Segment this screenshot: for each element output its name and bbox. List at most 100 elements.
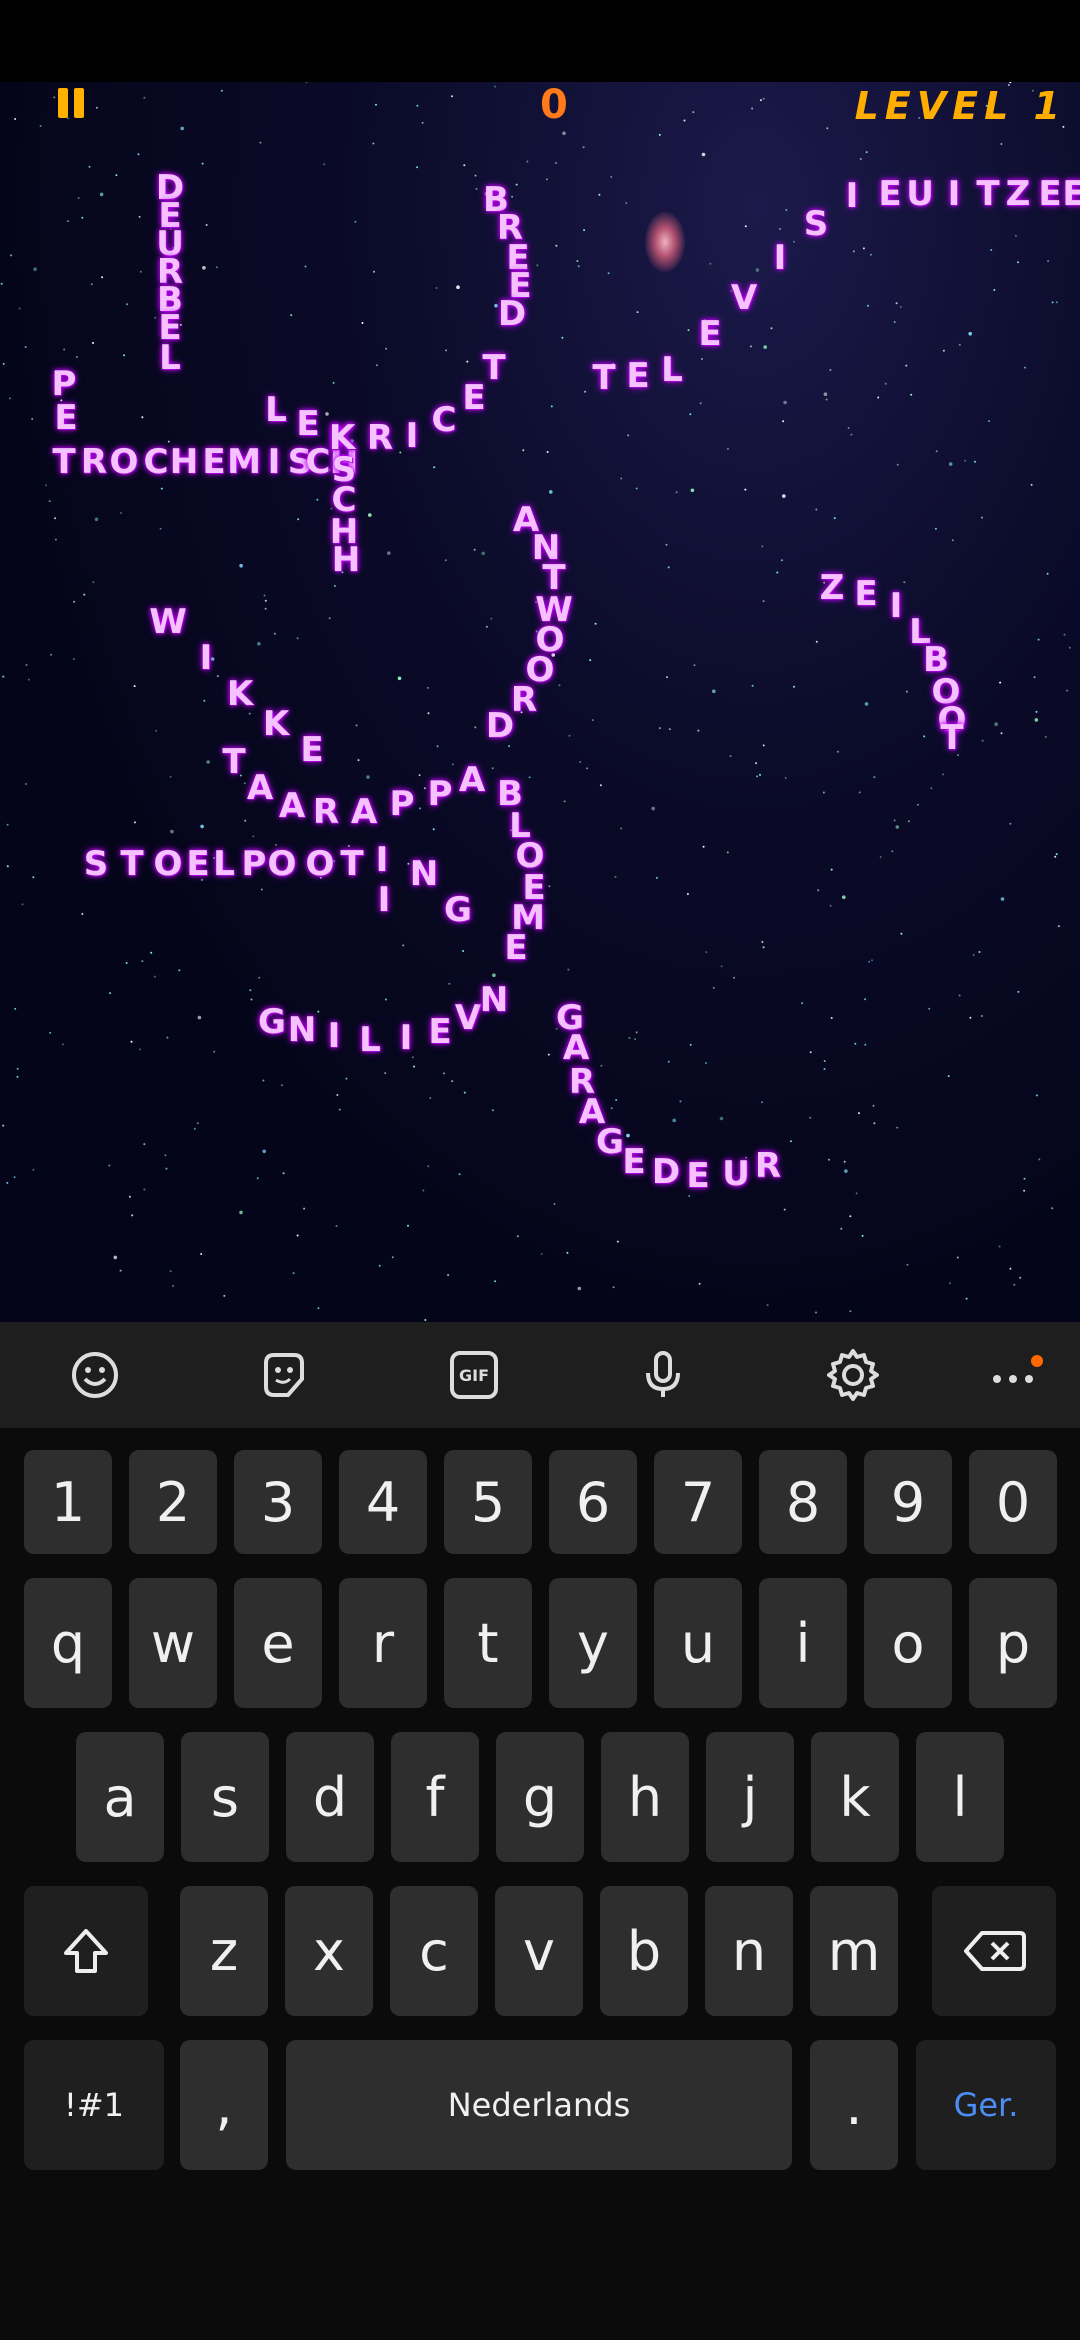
- score-display: 0: [540, 82, 570, 128]
- letter-tile: O: [109, 442, 139, 482]
- letter-tile: N: [479, 980, 509, 1020]
- letter-tile: E: [202, 442, 226, 482]
- key-z[interactable]: z: [180, 1886, 268, 2016]
- letter-tile: D: [485, 706, 515, 746]
- game-area[interactable]: 0 LEVEL 1 DEURBELBREEDTELEVISIEUITZEEPET…: [0, 82, 1080, 1322]
- letter-tile: N: [287, 1010, 317, 1050]
- letter-tile: S: [803, 204, 829, 244]
- letter-tile: G: [444, 890, 472, 930]
- key-c[interactable]: c: [390, 1886, 478, 2016]
- status-bar: [0, 0, 1080, 82]
- key-u[interactable]: u: [654, 1578, 742, 1708]
- letter-tile: W: [149, 602, 187, 642]
- key-3[interactable]: 3: [234, 1450, 322, 1554]
- key-l[interactable]: l: [916, 1732, 1004, 1862]
- letter-tile: E: [296, 404, 320, 444]
- comma-key[interactable]: ,: [180, 2040, 268, 2170]
- letter-tile: T: [340, 844, 364, 884]
- space-key[interactable]: Nederlands: [286, 2040, 792, 2170]
- key-7[interactable]: 7: [654, 1450, 742, 1554]
- symbols-key[interactable]: !#1: [24, 2040, 164, 2170]
- key-4[interactable]: 4: [339, 1450, 427, 1554]
- letter-tile: R: [366, 418, 394, 458]
- letter-tile: I: [773, 238, 787, 278]
- key-n[interactable]: n: [705, 1886, 793, 2016]
- letter-tile: E: [878, 174, 902, 214]
- letter-tile: R: [80, 442, 108, 482]
- key-b[interactable]: b: [600, 1886, 688, 2016]
- key-d[interactable]: d: [286, 1732, 374, 1862]
- letter-tile: G: [596, 1122, 624, 1162]
- key-6[interactable]: 6: [549, 1450, 637, 1554]
- letter-tile: I: [377, 880, 391, 920]
- letter-tile: V: [454, 998, 482, 1038]
- letter-tile: A: [458, 760, 486, 800]
- letter-tile: D: [651, 1152, 681, 1192]
- key-1[interactable]: 1: [24, 1450, 112, 1554]
- key-s[interactable]: s: [181, 1732, 269, 1862]
- gif-icon[interactable]: GIF: [441, 1342, 507, 1408]
- letter-tile: I: [889, 586, 903, 626]
- letter-tile: I: [405, 416, 419, 456]
- letter-tile: E: [854, 574, 878, 614]
- key-0[interactable]: 0: [969, 1450, 1057, 1554]
- key-r[interactable]: r: [339, 1578, 427, 1708]
- key-v[interactable]: v: [495, 1886, 583, 2016]
- key-y[interactable]: y: [549, 1578, 637, 1708]
- letter-tile: T: [592, 358, 616, 398]
- keyboard-toolbar: GIF: [0, 1322, 1080, 1428]
- level-display: LEVEL 1: [854, 84, 1066, 128]
- key-q[interactable]: q: [24, 1578, 112, 1708]
- key-h[interactable]: h: [601, 1732, 689, 1862]
- key-x[interactable]: x: [285, 1886, 373, 2016]
- key-5[interactable]: 5: [444, 1450, 532, 1554]
- key-i[interactable]: i: [759, 1578, 847, 1708]
- letter-tile: T: [52, 442, 76, 482]
- letter-tile: V: [730, 278, 758, 318]
- letter-tile: R: [754, 1146, 782, 1186]
- letter-tile: I: [199, 638, 213, 678]
- mic-icon[interactable]: [630, 1342, 696, 1408]
- key-m[interactable]: m: [810, 1886, 898, 2016]
- key-2[interactable]: 2: [129, 1450, 217, 1554]
- letter-tile: K: [226, 674, 254, 714]
- letter-tile: U: [722, 1154, 750, 1194]
- gear-icon[interactable]: [820, 1342, 886, 1408]
- key-g[interactable]: g: [496, 1732, 584, 1862]
- key-a[interactable]: a: [76, 1732, 164, 1862]
- letter-tile: L: [159, 338, 181, 378]
- key-f[interactable]: f: [391, 1732, 479, 1862]
- key-9[interactable]: 9: [864, 1450, 952, 1554]
- letter-tile: E: [626, 356, 650, 396]
- backspace-key[interactable]: [932, 1886, 1056, 2016]
- letter-tile: T: [940, 718, 964, 758]
- emoji-icon[interactable]: [62, 1342, 128, 1408]
- letter-tile: E: [186, 844, 210, 884]
- period-key[interactable]: .: [810, 2040, 898, 2170]
- key-8[interactable]: 8: [759, 1450, 847, 1554]
- sticker-icon[interactable]: [251, 1342, 317, 1408]
- letter-tile: N: [409, 854, 439, 894]
- letter-tile: O: [267, 844, 297, 884]
- more-icon[interactable]: [980, 1342, 1046, 1408]
- key-p[interactable]: p: [969, 1578, 1057, 1708]
- key-t[interactable]: t: [444, 1578, 532, 1708]
- pause-button[interactable]: [58, 88, 88, 120]
- letter-tile: H: [331, 540, 361, 580]
- shift-key[interactable]: [24, 1886, 148, 2016]
- letter-tile: I: [267, 442, 281, 482]
- letter-tile: E: [504, 928, 528, 968]
- letter-tile: I: [399, 1018, 413, 1058]
- letter-tile: R: [312, 792, 340, 832]
- letter-tile: M: [227, 442, 261, 482]
- key-k[interactable]: k: [811, 1732, 899, 1862]
- letter-tile: I: [845, 176, 859, 216]
- go-key[interactable]: Ger.: [916, 2040, 1056, 2170]
- keyboard: GIF 1234567890 qwertyuiop asdfghjkl zxcvbnm…: [0, 1322, 1080, 2340]
- backspace-icon: [964, 1931, 1026, 1971]
- key-w[interactable]: w: [129, 1578, 217, 1708]
- letter-tile: D: [497, 294, 527, 334]
- key-o[interactable]: o: [864, 1578, 952, 1708]
- key-e[interactable]: e: [234, 1578, 322, 1708]
- key-j[interactable]: j: [706, 1732, 794, 1862]
